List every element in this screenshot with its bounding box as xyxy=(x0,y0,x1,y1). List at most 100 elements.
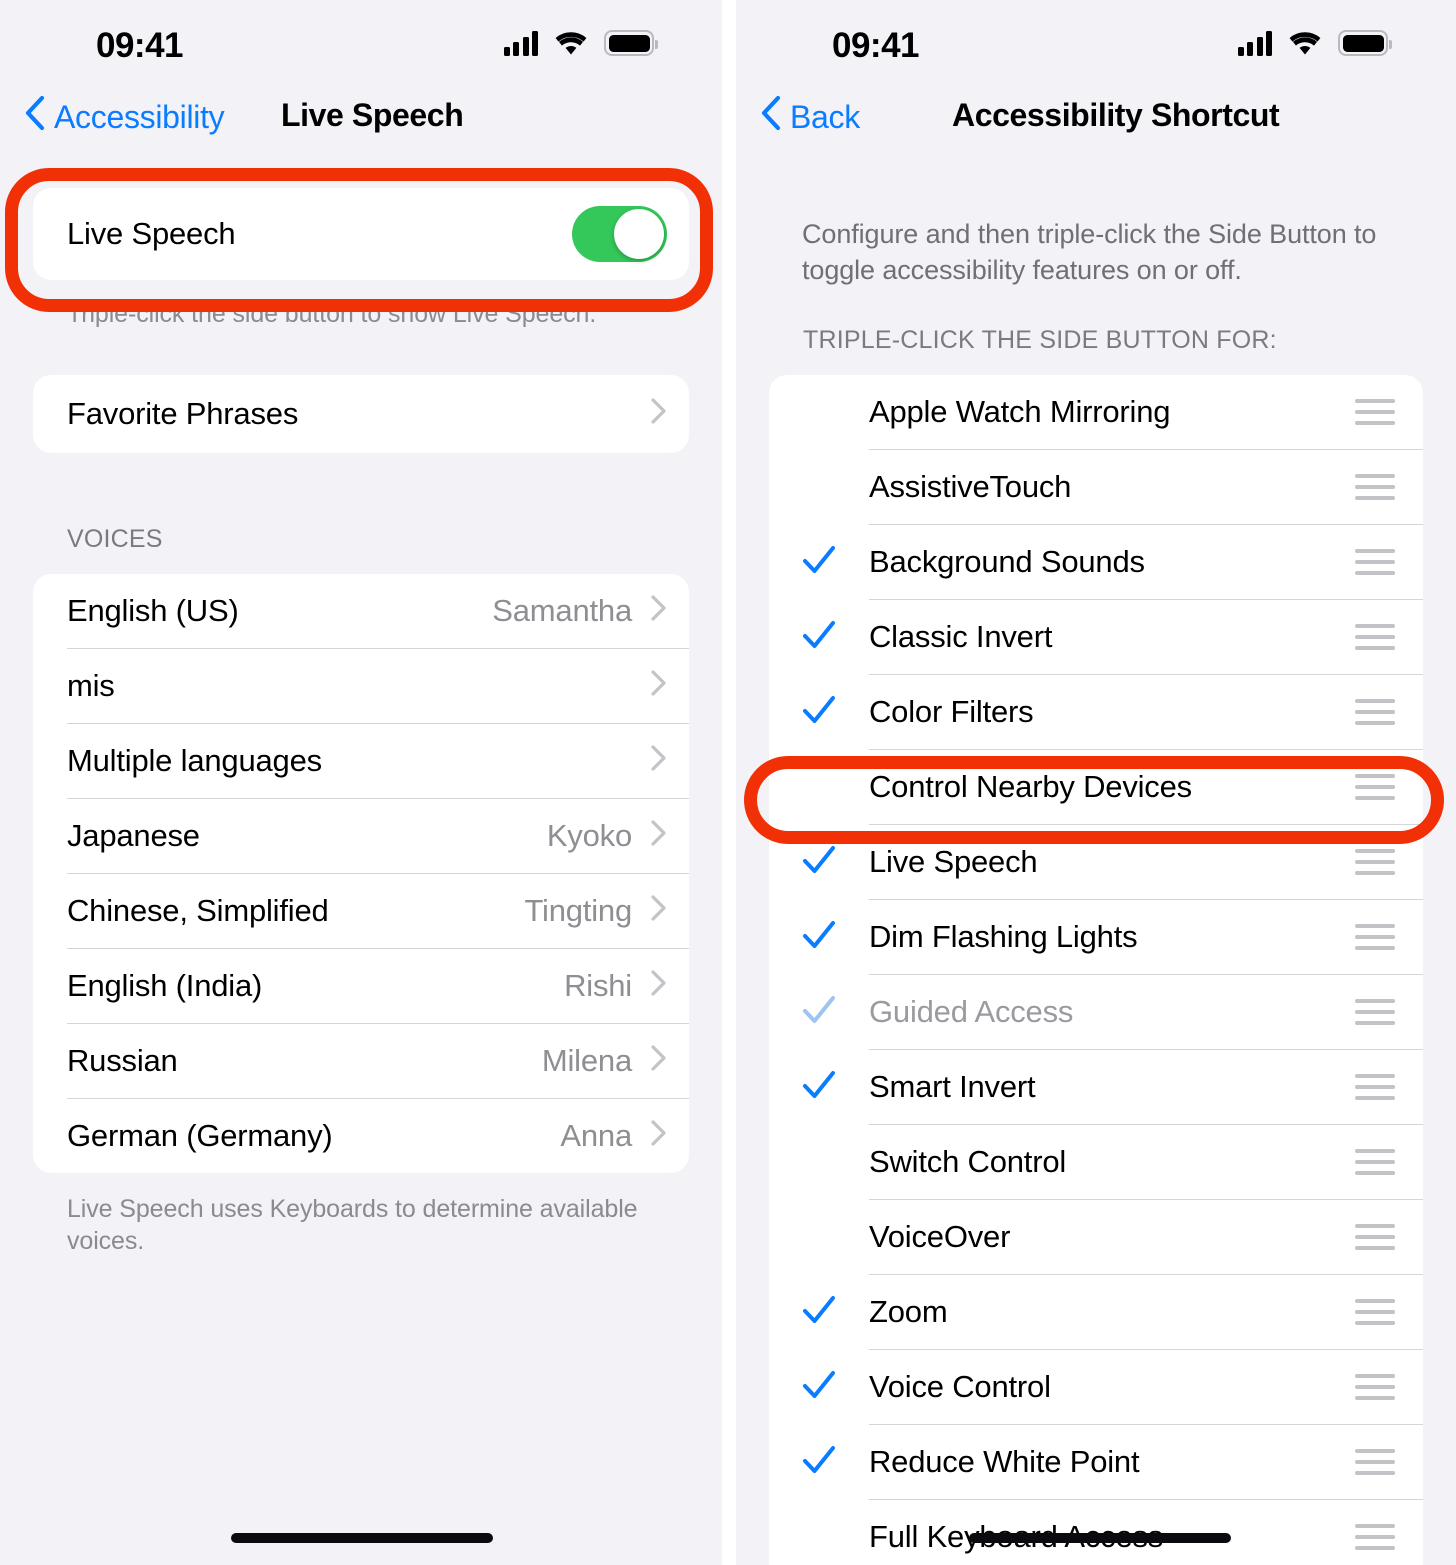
chevron-right-icon xyxy=(650,819,667,852)
panel-divider xyxy=(722,0,736,1565)
home-indicator xyxy=(969,1533,1231,1543)
left-phone-screen: 09:41 Accessibility Live Speech Live Spe… xyxy=(0,0,722,1565)
checkmark-slot xyxy=(769,1370,869,1405)
shortcut-label: Control Nearby Devices xyxy=(869,769,1192,805)
drag-handle-icon[interactable] xyxy=(1355,399,1395,426)
checkmark-icon xyxy=(802,1070,836,1105)
shortcut-row[interactable]: Dim Flashing Lights xyxy=(769,900,1423,974)
drag-handle-icon[interactable] xyxy=(1355,1074,1395,1101)
status-bar-time: 09:41 xyxy=(832,26,920,65)
live-speech-toggle[interactable] xyxy=(572,206,667,262)
shortcut-label: Zoom xyxy=(869,1294,948,1330)
checkmark-slot xyxy=(769,695,869,730)
back-button-accessibility[interactable]: Accessibility xyxy=(24,95,225,138)
live-speech-toggle-row[interactable]: Live Speech xyxy=(33,188,689,280)
voice-name-value: Rishi xyxy=(564,967,632,1003)
shortcut-label: Voice Control xyxy=(869,1369,1051,1405)
back-button-label: Back xyxy=(790,98,860,135)
chevron-right-icon xyxy=(650,594,667,627)
favorite-phrases-row[interactable]: Favorite Phrases xyxy=(33,375,689,453)
voice-row[interactable]: Japanese Kyoko xyxy=(33,799,689,873)
checkmark-slot xyxy=(769,995,869,1030)
shortcut-row[interactable]: Reduce White Point xyxy=(769,1425,1423,1499)
checkmark-icon xyxy=(802,995,836,1030)
voice-row[interactable]: mis xyxy=(33,649,689,723)
drag-handle-icon[interactable] xyxy=(1355,1149,1395,1176)
shortcut-row[interactable]: Smart Invert xyxy=(769,1050,1423,1124)
page-title: Live Speech xyxy=(281,97,464,133)
checkmark-icon xyxy=(802,620,836,655)
shortcut-label: Smart Invert xyxy=(869,1069,1036,1105)
drag-handle-icon[interactable] xyxy=(1355,1524,1395,1551)
checkmark-slot xyxy=(769,545,869,580)
voice-row[interactable]: German (Germany) Anna xyxy=(33,1099,689,1173)
voice-row[interactable]: Multiple languages xyxy=(33,724,689,798)
drag-handle-icon[interactable] xyxy=(1355,1299,1395,1326)
drag-handle-icon[interactable] xyxy=(1355,1224,1395,1251)
shortcut-label: Dim Flashing Lights xyxy=(869,919,1138,955)
chevron-right-icon xyxy=(650,1044,667,1077)
intro-description: Configure and then triple-click the Side… xyxy=(802,219,1377,286)
wifi-icon xyxy=(1288,31,1322,56)
voice-row[interactable]: Chinese, Simplified Tingting xyxy=(33,874,689,948)
live-speech-toggle-card: Live Speech xyxy=(33,188,689,280)
drag-handle-icon[interactable] xyxy=(1355,1374,1395,1401)
shortcut-row[interactable]: Control Nearby Devices xyxy=(769,750,1423,824)
chevron-right-icon xyxy=(650,1119,667,1152)
drag-handle-icon[interactable] xyxy=(1355,1449,1395,1476)
voices-card: English (US) Samantha mis Multiple language… xyxy=(33,573,689,1173)
left-status-bar: 09:41 xyxy=(0,0,722,96)
voice-language-label: mis xyxy=(67,667,115,703)
checkmark-slot xyxy=(769,1070,869,1105)
drag-handle-icon[interactable] xyxy=(1355,774,1395,801)
drag-handle-icon[interactable] xyxy=(1355,624,1395,651)
shortcut-label: Live Speech xyxy=(869,844,1038,880)
drag-handle-icon[interactable] xyxy=(1355,549,1395,576)
back-button-label: Accessibility xyxy=(54,98,225,135)
shortcut-row[interactable]: Switch Control xyxy=(769,1125,1423,1199)
home-indicator xyxy=(231,1533,493,1543)
dual-screenshot-stage: 09:41 Accessibility Live Speech Live Spe… xyxy=(0,0,1456,1565)
checkmark-icon xyxy=(802,1445,836,1480)
checkmark-icon xyxy=(802,1295,836,1330)
shortcut-row[interactable]: Zoom xyxy=(769,1275,1423,1349)
voice-language-label: Japanese xyxy=(67,817,200,853)
voices-footnote: Live Speech uses Keyboards to determine … xyxy=(67,1194,638,1256)
left-settings-body: Live Speech Triple-click the side button… xyxy=(0,168,722,1258)
shortcut-label: Color Filters xyxy=(869,694,1034,730)
voice-language-label: English (India) xyxy=(67,967,263,1003)
chevron-right-icon xyxy=(650,669,667,702)
voice-row[interactable]: Russian Milena xyxy=(33,1024,689,1098)
back-button[interactable]: Back xyxy=(760,95,860,138)
checkmark-icon xyxy=(802,1370,836,1405)
shortcut-row[interactable]: Background Sounds xyxy=(769,525,1423,599)
cellular-signal-icon xyxy=(503,30,538,56)
drag-handle-icon[interactable] xyxy=(1355,474,1395,501)
cellular-signal-icon xyxy=(1237,30,1272,56)
shortcut-row[interactable]: Color Filters xyxy=(769,675,1423,749)
voice-row[interactable]: English (US) Samantha xyxy=(33,574,689,648)
shortcut-row[interactable]: Voice Control xyxy=(769,1350,1423,1424)
drag-handle-icon[interactable] xyxy=(1355,924,1395,951)
voice-name-value: Anna xyxy=(560,1117,632,1153)
shortcut-row[interactable]: Classic Invert xyxy=(769,600,1423,674)
checkmark-icon xyxy=(802,920,836,955)
drag-handle-icon[interactable] xyxy=(1355,849,1395,876)
shortcut-row[interactable]: Apple Watch Mirroring xyxy=(769,375,1423,449)
checkmark-slot xyxy=(769,920,869,955)
drag-handle-icon[interactable] xyxy=(1355,699,1395,726)
shortcut-row[interactable]: AssistiveTouch xyxy=(769,450,1423,524)
chevron-right-icon xyxy=(650,969,667,1002)
status-bar-icons xyxy=(503,30,658,56)
voice-name-value: Milena xyxy=(541,1042,632,1078)
voice-language-label: Chinese, Simplified xyxy=(67,892,329,928)
drag-handle-icon[interactable] xyxy=(1355,999,1395,1026)
shortcut-row[interactable]: Live Speech xyxy=(769,825,1423,899)
voice-row[interactable]: English (India) Rishi xyxy=(33,949,689,1023)
shortcut-row[interactable]: VoiceOver xyxy=(769,1200,1423,1274)
shortcut-row[interactable]: Guided Access xyxy=(769,975,1423,1049)
chevron-right-icon xyxy=(650,397,667,430)
shortcut-label: Apple Watch Mirroring xyxy=(869,394,1171,430)
voice-name-value: Kyoko xyxy=(546,817,632,853)
shortcut-label: Background Sounds xyxy=(869,544,1145,580)
